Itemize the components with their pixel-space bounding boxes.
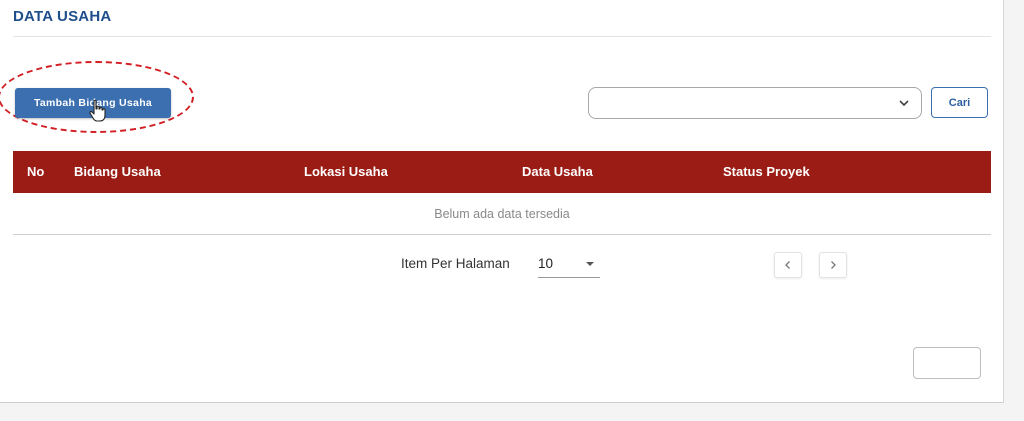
chevron-down-icon[interactable] [897,96,911,110]
prev-page-button[interactable] [774,252,802,278]
search-button-label: Cari [948,96,971,109]
per-page-label: Item Per Halaman [401,256,510,271]
filter-select[interactable] [588,87,922,119]
per-page-select[interactable]: 10 [538,252,600,278]
caret-down-icon [586,262,594,266]
per-page-value: 10 [538,256,554,271]
chevron-right-icon [831,261,836,269]
next-page-button[interactable] [819,252,847,278]
bottom-action-box[interactable] [913,347,981,379]
page-title: DATA USAHA [13,8,112,25]
search-button[interactable]: Cari [931,87,988,118]
title-divider [13,36,991,37]
column-header-bidang-usaha: Bidang Usaha [74,164,161,179]
column-header-data-usaha: Data Usaha [522,164,593,179]
data-usaha-card: DATA USAHA Tambah Bidang Usaha Cari No B… [0,0,1004,403]
column-header-no: No [27,164,45,179]
column-header-lokasi-usaha: Lokasi Usaha [304,164,388,179]
empty-table-message: Belum ada data tersedia [13,193,991,235]
hand-pointer-icon [89,99,106,122]
column-header-status-proyek: Status Proyek [723,164,810,179]
chevron-left-icon [785,261,790,269]
table-header: No Bidang Usaha Lokasi Usaha Data Usaha … [13,151,991,193]
